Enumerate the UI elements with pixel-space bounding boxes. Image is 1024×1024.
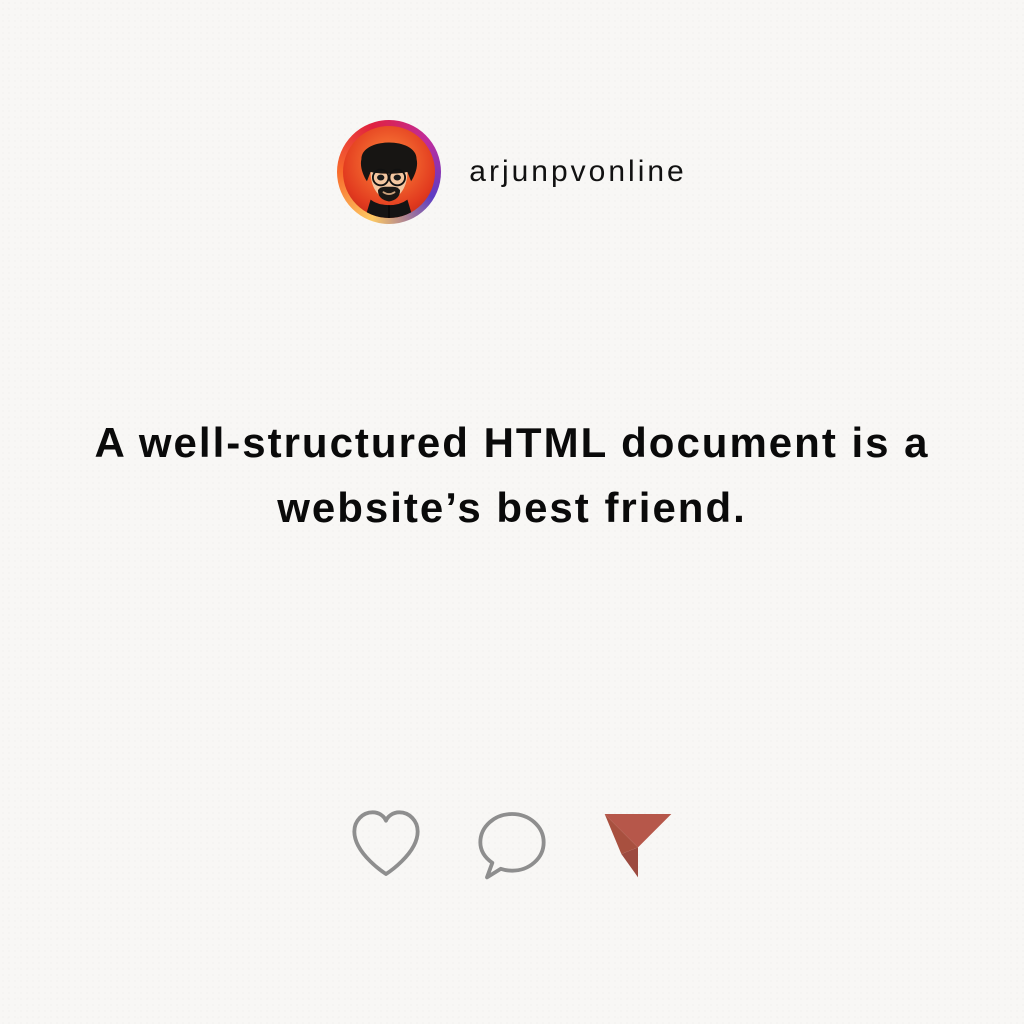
comment-icon[interactable] [472, 804, 552, 884]
heart-icon[interactable] [346, 804, 426, 884]
avatar-image [343, 126, 435, 218]
share-icon[interactable] [598, 804, 678, 884]
post-header: arjunpvonline [0, 120, 1024, 224]
post-quote: A well-structured HTML document is a web… [90, 410, 934, 540]
username[interactable]: arjunpvonline [469, 155, 686, 189]
avatar[interactable] [337, 120, 441, 224]
avatar-illustration [343, 126, 435, 218]
action-bar [0, 804, 1024, 884]
